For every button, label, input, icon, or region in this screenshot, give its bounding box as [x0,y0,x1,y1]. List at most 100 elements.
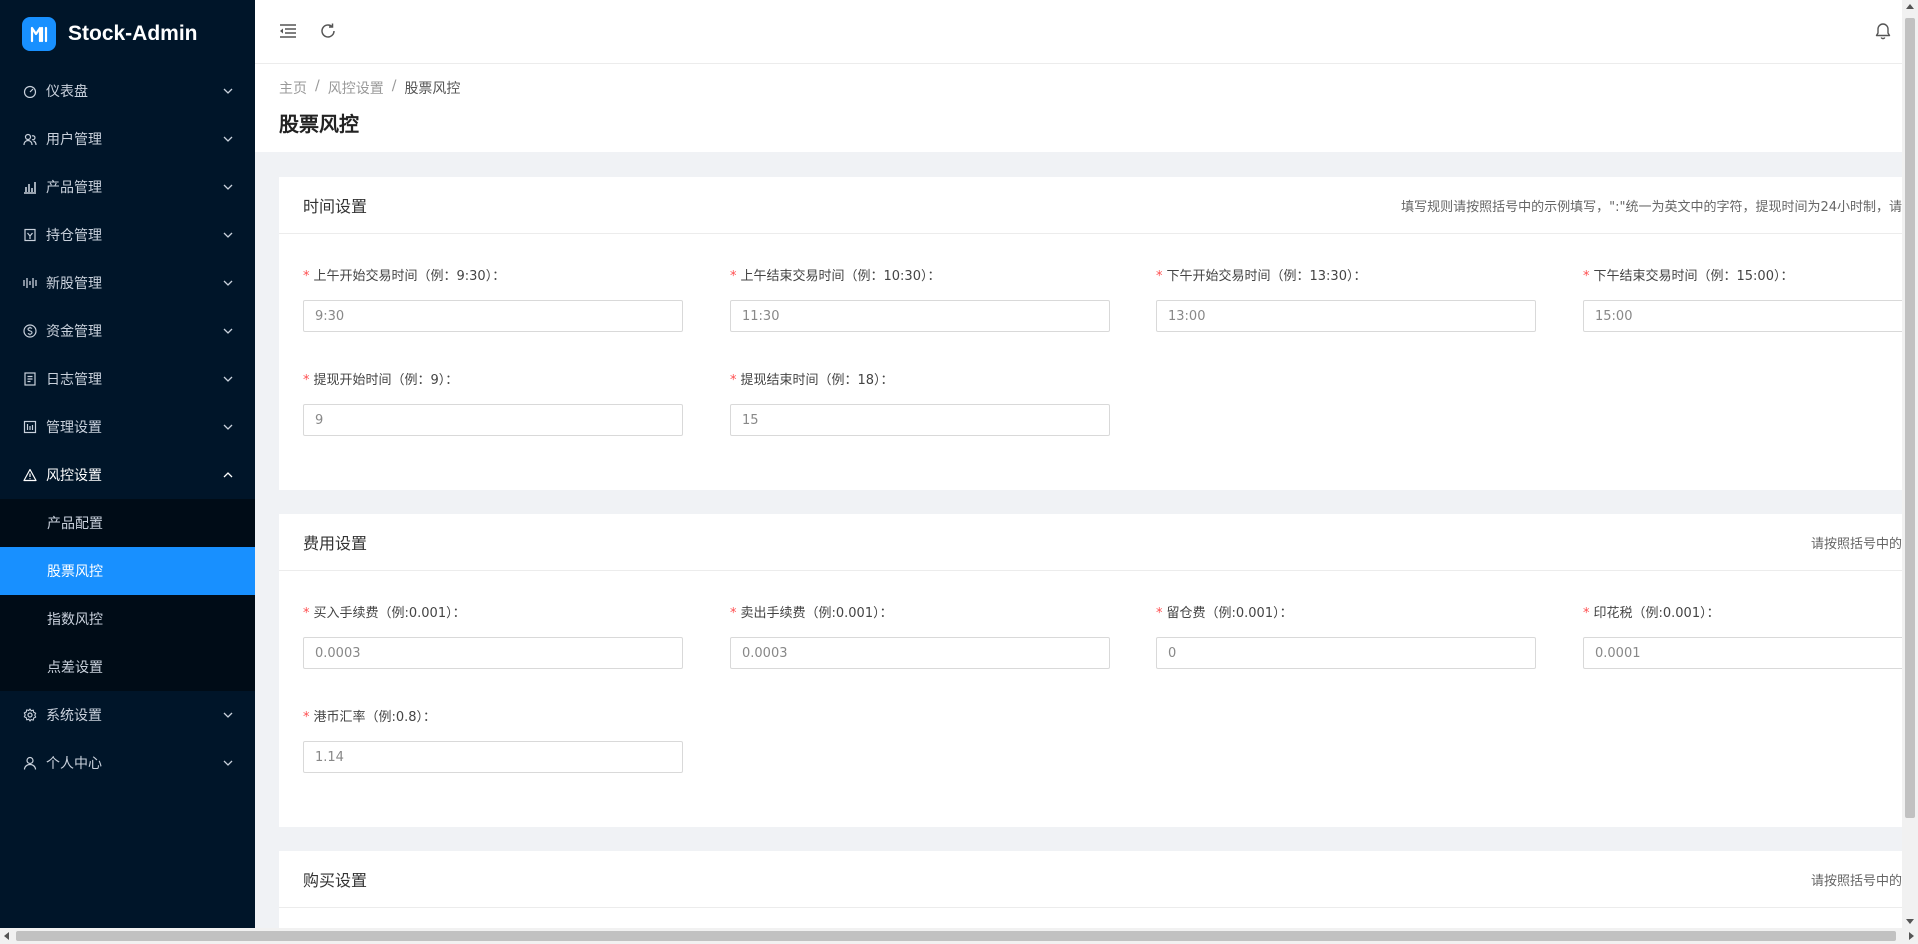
menu-fold-icon[interactable] [277,20,299,42]
horizontal-scrollbar[interactable] [0,928,1918,944]
sidebar-item-funds[interactable]: 资金管理 [0,307,255,355]
required-mark: * [1156,606,1163,621]
log-icon [22,371,38,387]
position-icon [22,227,38,243]
scroll-left-arrow[interactable] [4,932,9,940]
buy-fee-input[interactable]: 0.0003 [303,637,683,669]
chevron-down-icon [221,132,235,146]
sidebar-item-admin-settings[interactable]: 管理设置 [0,403,255,451]
field-label: 上午开始交易时间（例：9:30）： [313,269,506,284]
form-field-withdraw-start: * 提现开始时间（例：9）： 9 [303,371,683,436]
sidebar-subitem-stock-risk[interactable]: 股票风控 [0,547,255,595]
admin-settings-icon [22,419,38,435]
pm-start-input[interactable]: 13:00 [1156,300,1536,332]
sidebar-item-label: 管理设置 [46,420,102,436]
sidebar-item-system-settings[interactable]: 系统设置 [0,691,255,739]
sidebar-item-label: 系统设置 [46,708,102,724]
card-title: 购买设置 [303,871,368,890]
required-mark: * [1156,269,1163,284]
scroll-right-arrow[interactable] [1909,932,1914,940]
refresh-icon[interactable] [317,20,339,42]
sidebar-item-ipo[interactable]: 新股管理 [0,259,255,307]
sidebar-item-positions[interactable]: 持仓管理 [0,211,255,259]
am-start-input[interactable]: 9:30 [303,300,683,332]
form-field-buy-fee: * 买入手续费（例:0.001）： 0.0003 [303,604,683,669]
sidebar-subitem-index-risk[interactable]: 指数风控 [0,595,255,643]
chevron-down-icon [221,372,235,386]
sidebar-item-logs[interactable]: 日志管理 [0,355,255,403]
scroll-down-arrow[interactable] [1906,919,1914,924]
breadcrumb-separator: / [391,78,397,94]
hold-fee-input[interactable]: 0 [1156,637,1536,669]
page-header: 主页 / 风控设置 / 股票风控 股票风控 [255,64,1902,152]
money-icon [22,323,38,339]
field-label: 下午结束交易时间（例：15:00）： [1593,269,1794,284]
card-title: 时间设置 [303,197,368,216]
breadcrumb-current: 股票风控 [404,81,461,97]
sidebar-item-users[interactable]: 用户管理 [0,115,255,163]
form-field-stamp-duty: * 印花税（例:0.001）： 0.0001 [1583,604,1902,669]
stamp-duty-input[interactable]: 0.0001 [1583,637,1902,669]
chevron-up-icon [221,468,235,482]
sidebar-item-dashboard[interactable]: 仪表盘 [0,67,255,115]
warning-icon [22,467,38,483]
breadcrumb-separator: / [315,78,320,94]
required-mark: * [303,710,310,725]
required-mark: * [730,269,737,284]
chevron-down-icon [221,420,235,434]
required-mark: * [303,269,310,284]
page-title: 股票风控 [279,112,359,136]
card-header: 费用设置 请按照括号中的 [279,514,1902,571]
field-label: 上午结束交易时间（例：10:30）： [740,269,941,284]
form-field-am-end: * 上午结束交易时间（例：10:30）： 11:30 [730,267,1110,332]
scroll-thumb[interactable] [1905,18,1915,818]
sell-fee-input[interactable]: 0.0003 [730,637,1110,669]
sidebar-item-profile[interactable]: 个人中心 [0,739,255,787]
fee-settings-card: 费用设置 请按照括号中的 * 买入手续费（例:0.001）： 0.0003 * 卖出… [279,514,1902,827]
field-label: 提现开始时间（例：9）： [313,373,459,388]
field-label: 印花税（例:0.001）： [1593,606,1720,621]
form-field-am-start: * 上午开始交易时间（例：9:30）： 9:30 [303,267,683,332]
gear-icon [22,707,38,723]
sidebar-item-label: 产品管理 [46,180,102,196]
sidebar: Stock-Admin 仪表盘 用户管理 产品管理 持仓管理 新股管理 资金管理… [0,0,255,928]
breadcrumb-risk-settings[interactable]: 风控设置 [328,78,384,98]
sidebar-item-label: 用户管理 [46,132,102,148]
sidebar-item-label: 持仓管理 [46,228,102,244]
required-mark: * [303,373,310,388]
sidebar-item-label: 日志管理 [46,372,102,388]
sidebar-item-label: 仪表盘 [46,84,88,100]
required-mark: * [730,606,737,621]
withdraw-end-input[interactable]: 15 [730,404,1110,436]
card-header: 购买设置 请按照括号中的 [279,851,1902,908]
bar-chart-icon [22,179,38,195]
scroll-up-arrow[interactable] [1906,4,1914,9]
signal-icon [22,275,38,291]
field-label: 留仓费（例:0.001）： [1166,606,1293,621]
card-header: 时间设置 填写规则请按照括号中的示例填写，":"统一为英文中的字符，提现时间为2… [279,177,1902,234]
sidebar-subitem-spread-settings[interactable]: 点差设置 [0,643,255,691]
risk-control-submenu: 产品配置 股票风控 指数风控 点差设置 [0,499,255,691]
logo[interactable]: Stock-Admin [0,0,255,67]
required-mark: * [303,606,310,621]
sidebar-subitem-product-config[interactable]: 产品配置 [0,499,255,547]
vertical-scrollbar[interactable] [1902,0,1918,928]
form-field-hkd-rate: * 港币汇率（例:0.8）： 1.14 [303,708,683,773]
sidebar-item-label: 新股管理 [46,276,102,292]
am-end-input[interactable]: 11:30 [730,300,1110,332]
pm-end-input[interactable]: 15:00 [1583,300,1902,332]
breadcrumb-home[interactable]: 主页 [279,78,307,98]
field-label: 港币汇率（例:0.8）： [313,710,437,725]
top-header [255,0,1902,64]
bell-icon[interactable] [1872,20,1894,42]
sidebar-item-products[interactable]: 产品管理 [0,163,255,211]
hkd-rate-input[interactable]: 1.14 [303,741,683,773]
scroll-thumb[interactable] [16,931,1896,941]
sidebar-item-risk-control[interactable]: 风控设置 [0,451,255,499]
form-field-pm-end: * 下午结束交易时间（例：15:00）： 15:00 [1583,267,1902,332]
sidebar-item-label: 风控设置 [46,468,102,484]
withdraw-start-input[interactable]: 9 [303,404,683,436]
person-icon [22,755,38,771]
sidebar-item-label: 个人中心 [46,756,102,772]
chevron-down-icon [221,180,235,194]
